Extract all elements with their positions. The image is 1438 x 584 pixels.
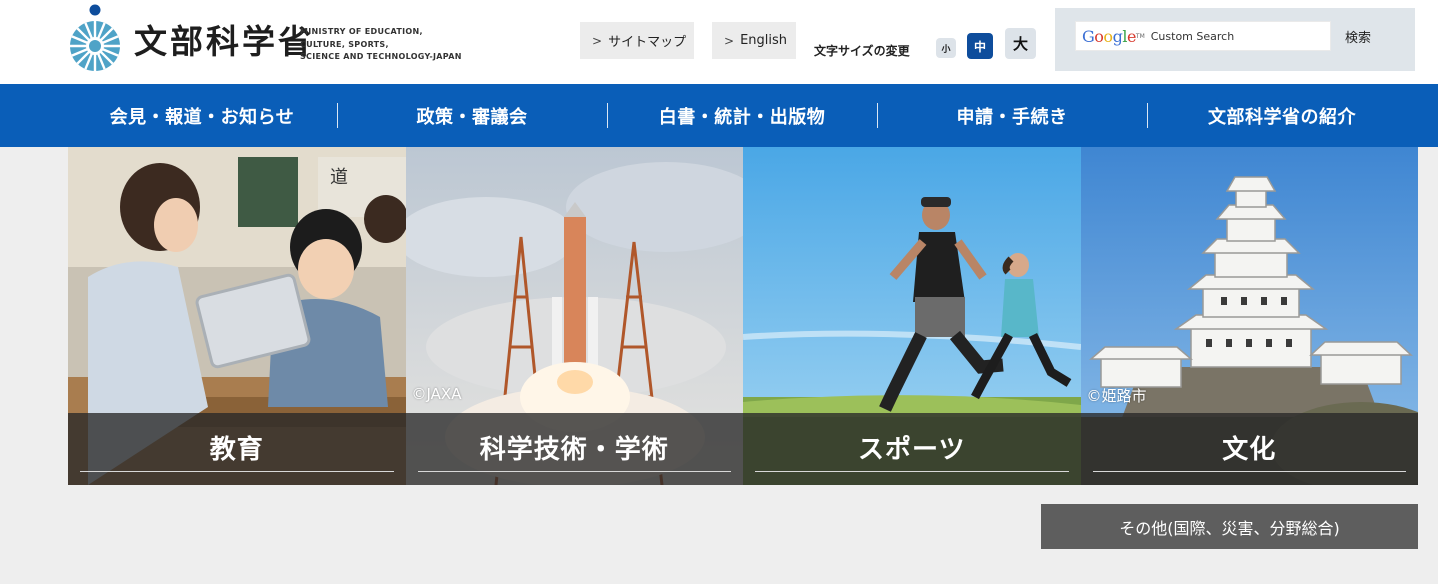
nav-item-publications[interactable]: 白書・統計・出版物: [607, 84, 877, 147]
global-nav: 会見・報道・お知らせ 政策・審議会 白書・統計・出版物 申請・手続き 文部科学省…: [0, 84, 1438, 147]
tile-culture[interactable]: ©姫路市 文化: [1080, 147, 1418, 485]
nav-item-applications[interactable]: 申請・手続き: [877, 84, 1147, 147]
font-size-medium-button[interactable]: 中: [967, 33, 993, 59]
tile-underline: [755, 471, 1069, 472]
tile-label-sports: スポーツ: [858, 435, 966, 465]
tile-caption: 文化: [1080, 413, 1418, 485]
tile-label-culture: 文化: [1222, 435, 1277, 465]
site-logo[interactable]: 文部科学省 MINISTRY OF EDUCATION, CULTURE, SP…: [68, 4, 468, 78]
nav-item-press[interactable]: 会見・報道・お知らせ: [67, 84, 337, 147]
search-button[interactable]: 検索: [1339, 22, 1377, 50]
chevron-right-icon: >: [724, 33, 735, 48]
site-header: 文部科学省 MINISTRY OF EDUCATION, CULTURE, SP…: [0, 0, 1438, 84]
sitemap-button[interactable]: > サイトマップ: [580, 22, 694, 59]
chevron-right-icon: >: [592, 33, 603, 48]
sitemap-label: サイトマップ: [608, 35, 687, 50]
logo-en-line: SCIENCE AND TECHNOLOGY-JAPAN: [300, 52, 462, 61]
font-size-large-button[interactable]: 大: [1005, 28, 1036, 59]
tile-underline: [417, 471, 731, 472]
tile-caption: 教育: [68, 413, 406, 485]
photo-credit: ©姫路市: [1086, 387, 1147, 405]
search-placeholder: Custom Search: [1150, 29, 1235, 43]
mext-logo-icon: [70, 4, 120, 71]
tile-sports[interactable]: スポーツ: [743, 147, 1081, 485]
svg-text:道: 道: [330, 167, 348, 188]
nav-item-policy[interactable]: 政策・審議会: [337, 84, 607, 147]
tile-underline: [80, 471, 394, 472]
logo-en-line: CULTURE, SPORTS,: [300, 39, 389, 49]
tile-education[interactable]: 道 教育: [68, 147, 406, 485]
tile-underline: [1092, 471, 1406, 472]
tile-label-science: 科学技術・学術: [479, 435, 669, 465]
tile-science[interactable]: ©JAXA 科学技術・学術: [405, 147, 743, 485]
other-categories-button[interactable]: その他(国際、災害、分野総合): [1041, 504, 1418, 549]
photo-credit: ©JAXA: [411, 385, 462, 403]
google-logo-icon: Google: [1082, 26, 1136, 46]
logo-title-jp: 文部科学省: [134, 22, 314, 61]
logo-title-en: MINISTRY OF EDUCATION, CULTURE, SPORTS, …: [300, 26, 462, 64]
tile-caption: 科学技術・学術: [405, 413, 743, 485]
font-size-label: 文字サイズの変更: [814, 44, 910, 58]
font-size-small-button[interactable]: 小: [936, 38, 956, 58]
english-button[interactable]: > English: [712, 22, 796, 59]
tile-label-education: 教育: [209, 435, 264, 465]
english-label: English: [740, 33, 788, 48]
google-tm: TM: [1135, 32, 1145, 40]
search-input[interactable]: Google TM Custom Search: [1075, 21, 1331, 51]
search-box: Google TM Custom Search 検索: [1055, 8, 1415, 71]
nav-item-about[interactable]: 文部科学省の紹介: [1147, 84, 1417, 147]
logo-en-line: MINISTRY OF EDUCATION,: [300, 27, 423, 36]
tile-caption: スポーツ: [743, 413, 1081, 485]
category-tiles: 道 教育 ©JAXA 科学技術・学術 スポーツ ©姫路市 文化: [68, 147, 1418, 485]
